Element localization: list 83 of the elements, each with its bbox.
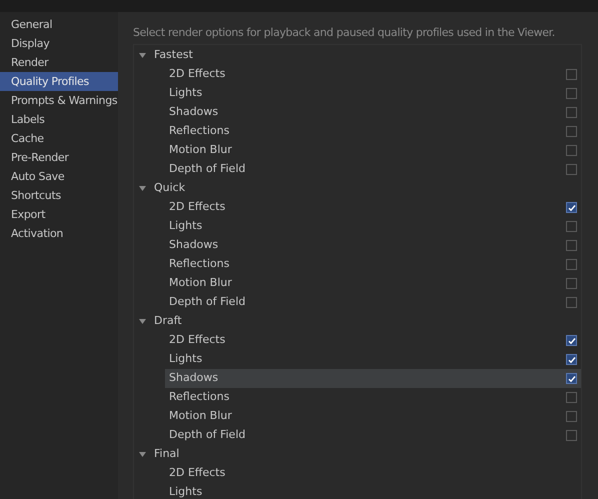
description-text: Select render options for playback and paused quality profiles used in the Viewer. <box>133 25 556 41</box>
option-row[interactable]: Shadows <box>165 369 581 388</box>
sidebar-item[interactable]: Pre-Render <box>0 148 118 167</box>
sidebar-item[interactable]: Render <box>0 53 118 72</box>
option-row[interactable]: Depth of Field <box>165 293 581 312</box>
sidebar-item[interactable]: Labels <box>0 110 118 129</box>
option-row[interactable]: Lights <box>165 350 581 369</box>
option-row[interactable]: Lights <box>165 483 581 499</box>
checkbox[interactable] <box>566 354 577 365</box>
option-row[interactable]: Reflections <box>165 255 581 274</box>
option-row[interactable]: Lights <box>165 217 581 236</box>
option-label: Lights <box>169 218 202 234</box>
checkbox[interactable] <box>566 126 577 137</box>
expand-arrow-icon[interactable] <box>139 186 146 191</box>
checkbox[interactable] <box>566 392 577 403</box>
sidebar-item[interactable]: Shortcuts <box>0 186 118 205</box>
option-label: Motion Blur <box>169 275 232 292</box>
option-row[interactable]: Reflections <box>165 122 581 141</box>
option-label: Depth of Field <box>169 161 246 178</box>
expand-arrow-icon[interactable] <box>139 452 146 457</box>
checkbox[interactable] <box>566 373 577 384</box>
checkbox[interactable] <box>566 297 577 308</box>
option-label: Motion Blur <box>169 408 232 424</box>
checkbox[interactable] <box>566 430 577 441</box>
sidebar-item[interactable]: Export <box>0 205 118 224</box>
checkmark-icon <box>568 204 576 212</box>
expand-arrow-icon[interactable] <box>139 319 146 324</box>
checkmark-icon <box>568 336 576 344</box>
option-label: Motion Blur <box>169 142 232 158</box>
checkbox[interactable] <box>566 164 577 175</box>
option-label: 2D Effects <box>169 66 226 82</box>
option-row[interactable]: Depth of Field <box>165 160 581 179</box>
checkbox[interactable] <box>566 335 577 346</box>
checkbox[interactable] <box>566 202 577 213</box>
sidebar-item[interactable]: Activation <box>0 224 118 243</box>
option-label: Shadows <box>169 237 218 254</box>
profile-label: Fastest <box>154 47 193 64</box>
option-label: 2D Effects <box>169 199 226 216</box>
option-label: Shadows <box>169 370 218 386</box>
option-row[interactable]: 2D Effects <box>165 331 581 350</box>
option-row[interactable]: Shadows <box>165 236 581 255</box>
option-label: 2D Effects <box>169 465 226 482</box>
option-label: Lights <box>169 484 202 499</box>
checkbox[interactable] <box>566 278 577 289</box>
option-row[interactable]: Lights <box>165 84 581 103</box>
sidebar-item[interactable]: Display <box>0 34 118 53</box>
option-row[interactable]: Motion Blur <box>165 274 581 293</box>
option-label: Lights <box>169 85 202 102</box>
checkbox[interactable] <box>566 88 577 99</box>
sidebar-item[interactable]: Auto Save <box>0 167 118 186</box>
sidebar-item[interactable]: Cache <box>0 129 118 148</box>
checkbox[interactable] <box>566 145 577 156</box>
checkmark-icon <box>568 356 576 364</box>
option-row[interactable]: Reflections <box>165 388 581 407</box>
option-label: Reflections <box>169 256 230 272</box>
option-label: Shadows <box>169 104 218 120</box>
checkbox[interactable] <box>566 221 577 232</box>
profile-label: Quick <box>154 180 186 196</box>
option-row[interactable]: 2D Effects <box>165 65 581 84</box>
option-label: Depth of Field <box>169 427 246 444</box>
checkbox[interactable] <box>566 240 577 251</box>
sidebar-item[interactable]: General <box>0 15 118 34</box>
option-label: Reflections <box>169 123 230 140</box>
sidebar-item[interactable]: Quality Profiles <box>0 72 118 91</box>
expand-arrow-icon[interactable] <box>139 53 146 58</box>
sidebar-item[interactable]: Prompts & Warnings <box>0 91 118 110</box>
option-row[interactable]: Depth of Field <box>165 426 581 445</box>
option-row[interactable]: Motion Blur <box>165 407 581 426</box>
checkbox[interactable] <box>566 411 577 422</box>
profile-label: Final <box>154 446 180 462</box>
checkbox[interactable] <box>566 107 577 118</box>
option-label: Depth of Field <box>169 294 246 310</box>
option-label: Reflections <box>169 389 230 406</box>
option-label: Lights <box>169 351 202 368</box>
profile-label: Draft <box>154 313 182 330</box>
option-row[interactable]: 2D Effects <box>165 198 581 217</box>
checkbox[interactable] <box>566 259 577 270</box>
option-row[interactable]: Motion Blur <box>165 141 581 160</box>
checkmark-icon <box>568 374 576 382</box>
option-row[interactable]: 2D Effects <box>165 464 581 483</box>
checkbox[interactable] <box>566 69 577 80</box>
option-label: 2D Effects <box>169 332 226 348</box>
option-row[interactable]: Shadows <box>165 103 581 122</box>
